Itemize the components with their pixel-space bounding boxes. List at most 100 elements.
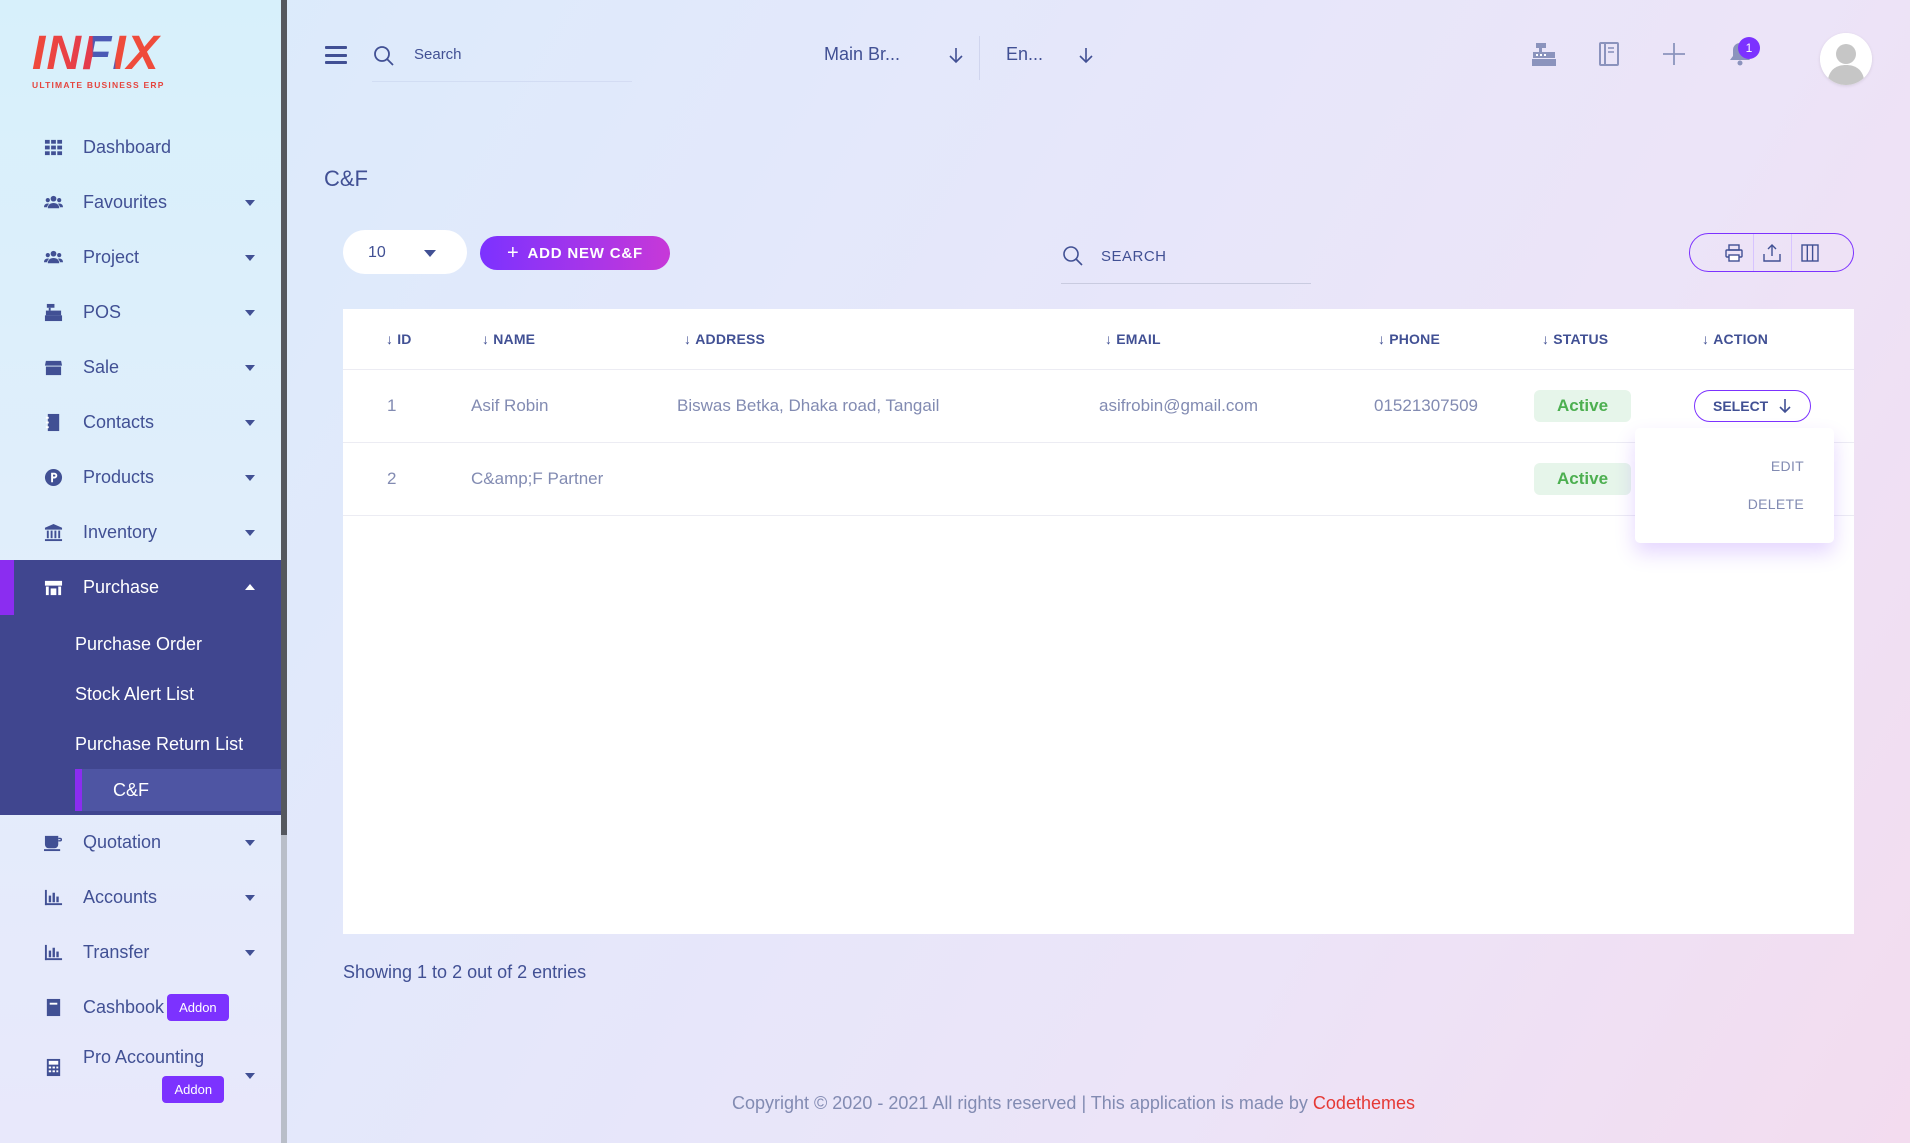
sidebar-item-pro-accounting[interactable]: Pro Accounting Addon <box>0 1035 281 1115</box>
arrow-down-icon <box>1779 398 1791 413</box>
cell-phone: 01521307509 <box>1370 369 1534 443</box>
data-table: ↓ ID ↓ NAME ↓ ADDRESS ↓ EMAIL ↓ PHONE ↓ STATUS… <box>343 309 1854 516</box>
top-search <box>372 38 632 82</box>
cup-icon <box>43 833 63 853</box>
calculator-icon <box>43 1057 63 1077</box>
grid-icon <box>43 138 63 158</box>
notebook-icon[interactable] <box>1595 40 1623 68</box>
add-new-cnf-button[interactable]: + ADD NEW C&F <box>480 236 670 270</box>
sidebar-item-quotation[interactable]: Quotation <box>0 815 281 870</box>
print-button[interactable] <box>1715 234 1753 271</box>
logo-text: INFIX <box>32 30 182 78</box>
sidebar-item-label: Project <box>83 247 140 267</box>
caret-down-icon <box>245 895 255 901</box>
row-action-select-button[interactable]: SELECT <box>1694 389 1812 422</box>
sidebar-item-inventory[interactable]: Inventory <box>0 505 281 560</box>
sidebar-item-purchase[interactable]: Purchase <box>0 560 281 615</box>
arrow-down-icon <box>949 48 963 64</box>
column-visibility-button[interactable] <box>1790 234 1829 271</box>
sidebar-item-label: Quotation <box>83 832 162 852</box>
add-new-cnf-label: ADD NEW C&F <box>527 244 643 262</box>
app-logo[interactable]: INFIX ULTIMATE BUSINESS ERP <box>32 30 182 96</box>
table-row: 1 Asif Robin Biswas Betka, Dhaka road, T… <box>343 369 1854 443</box>
sidebar-item-project[interactable]: Project <box>0 230 281 285</box>
search-icon <box>374 46 394 66</box>
sidebar-item-products[interactable]: Products <box>0 450 281 505</box>
column-header-phone[interactable]: ↓ PHONE <box>1370 309 1534 370</box>
column-header-id[interactable]: ↓ ID <box>343 309 468 370</box>
logo-tagline: ULTIMATE BUSINESS ERP <box>32 80 165 90</box>
user-avatar-icon <box>1820 33 1872 85</box>
status-badge: Active <box>1534 462 1632 495</box>
export-button[interactable] <box>1752 234 1791 271</box>
submenu-item-purchase-return-list[interactable]: Purchase Return List <box>0 719 281 769</box>
sidebar-item-favourites[interactable]: Favourites <box>0 175 281 230</box>
cell-address <box>676 442 1097 516</box>
submenu-item-stock-alert-list[interactable]: Stock Alert List <box>0 669 281 719</box>
avatar[interactable] <box>1820 33 1872 85</box>
sidebar-item-label: Dashboard <box>83 137 172 157</box>
entries-info: Showing 1 to 2 out of 2 entries <box>343 962 587 982</box>
footer-brand-link[interactable]: Codethemes <box>1313 1093 1415 1113</box>
sidebar-item-cashbook[interactable]: Cashbook Addon <box>0 980 281 1035</box>
export-button-group <box>1689 233 1854 272</box>
cell-email: asifrobin@gmail.com <box>1097 369 1370 443</box>
top-bar: Main Br... En... <box>287 0 1910 110</box>
caret-down-icon <box>245 475 255 481</box>
sidebar-item-label: Favourites <box>83 192 168 212</box>
row-action-dropdown: EDIT DELETE <box>1635 428 1834 543</box>
search-icon <box>1063 246 1083 266</box>
plus-icon[interactable] <box>1660 40 1688 68</box>
sidebar-scrollbar-thumb[interactable] <box>281 0 287 835</box>
column-header-name[interactable]: ↓ NAME <box>468 309 676 370</box>
sidebar-item-label: Cashbook <box>83 997 165 1017</box>
sidebar-item-label: Inventory <box>83 522 158 542</box>
caret-down-icon <box>424 250 436 257</box>
table-search-input[interactable] <box>1101 248 1301 265</box>
submenu-item-cnf[interactable]: C&F <box>75 769 281 811</box>
cell-id: 1 <box>343 369 468 443</box>
sidebar-item-label: Transfer <box>83 942 150 962</box>
cell-id: 2 <box>343 442 468 516</box>
pro-accounting-label-group: Pro Accounting Addon <box>83 1047 225 1103</box>
submenu-item-purchase-order[interactable]: Purchase Order <box>0 619 281 669</box>
table-header-row: ↓ ID ↓ NAME ↓ ADDRESS ↓ EMAIL ↓ PHONE ↓ STATUS… <box>343 309 1854 370</box>
column-header-action[interactable]: ↓ ACTION <box>1694 309 1854 370</box>
upload-icon <box>1763 243 1781 262</box>
bar-chart-icon <box>43 888 63 908</box>
bar-chart-icon <box>43 943 63 963</box>
menu-toggle-icon[interactable] <box>325 46 347 64</box>
shop-icon <box>43 578 63 598</box>
sidebar-item-label: Purchase <box>83 577 160 597</box>
branch-select[interactable]: Main Br... <box>824 44 963 65</box>
sidebar-item-pos[interactable]: POS <box>0 285 281 340</box>
status-badge: Active <box>1534 389 1632 422</box>
delete-menu-item[interactable]: DELETE <box>1748 496 1804 512</box>
sidebar-item-contacts[interactable]: Contacts <box>0 395 281 450</box>
page-length-value: 10 <box>368 244 386 261</box>
sidebar-item-transfer[interactable]: Transfer <box>0 925 281 980</box>
column-header-address[interactable]: ↓ ADDRESS <box>676 309 1097 370</box>
sidebar-item-label: Pro Accounting <box>83 1047 205 1067</box>
pos-register-icon[interactable] <box>1530 40 1558 68</box>
book-icon <box>43 998 63 1018</box>
page-length-select[interactable]: 10 <box>343 230 467 274</box>
page-title: C&F <box>324 166 368 191</box>
column-header-email[interactable]: ↓ EMAIL <box>1097 309 1370 370</box>
caret-down-icon <box>245 950 255 956</box>
cell-name: Asif Robin <box>468 369 676 443</box>
sidebar-item-sale[interactable]: Sale <box>0 340 281 395</box>
language-select[interactable]: En... <box>1006 44 1093 65</box>
purchase-submenu: Purchase Order Stock Alert List Purchase… <box>0 615 281 815</box>
sidebar-item-dashboard[interactable]: Dashboard <box>0 120 281 175</box>
sidebar-scrollbar-track[interactable] <box>281 835 287 1143</box>
cell-name: C&amp;F Partner <box>468 442 676 516</box>
sidebar-item-accounts[interactable]: Accounts <box>0 870 281 925</box>
caret-down-icon <box>245 840 255 846</box>
language-select-value: En... <box>1006 44 1044 64</box>
edit-menu-item[interactable]: EDIT <box>1771 458 1804 474</box>
column-header-status[interactable]: ↓ STATUS <box>1534 309 1694 370</box>
top-search-input[interactable] <box>414 46 614 63</box>
columns-icon <box>1801 243 1819 262</box>
cell-phone <box>1370 442 1534 516</box>
